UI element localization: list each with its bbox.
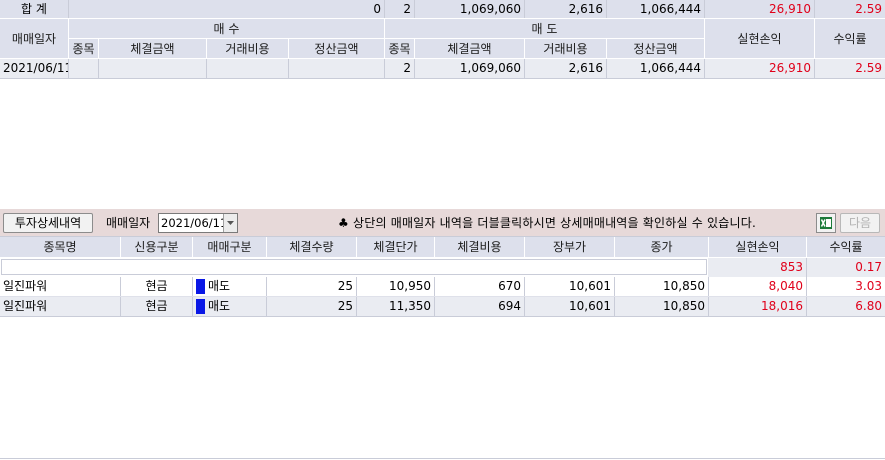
excel-export-icon[interactable] [816, 213, 836, 233]
detail-return-rate: 3.03 [806, 277, 885, 296]
detail-name: 일진파워 [3, 299, 48, 313]
detail-header-close: 종가 [614, 237, 708, 257]
next-button[interactable]: 다음 [840, 213, 880, 233]
date-select[interactable]: 2021/06/11 [158, 213, 238, 233]
detail-trade-type: 매도 [208, 279, 231, 293]
detail-trade-type: 매도 [208, 299, 231, 313]
detail-book: 10,601 [524, 297, 614, 316]
row-buy-amount [98, 59, 206, 78]
detail-close: 10,850 [614, 297, 708, 316]
detail-header-book: 장부가 [524, 237, 614, 257]
row-return-rate: 2.59 [814, 59, 885, 78]
detail-cost: 670 [434, 277, 524, 296]
detail-book: 10,601 [524, 277, 614, 296]
detail-close: 10,850 [614, 277, 708, 296]
detail-header-return-rate: 수익률 [806, 237, 885, 257]
detail-summary-realized-pl: 853 [780, 260, 803, 274]
summary-sell-count: 2 [384, 0, 414, 18]
header-sell-group: 매 도 [384, 19, 704, 39]
header-buy-settle: 정산금액 [288, 39, 384, 59]
detail-summary-row: 853 0.17 [0, 258, 885, 277]
row-sell-settle: 1,066,444 [606, 59, 704, 78]
detail-trade-type-cell: 매도 [192, 297, 266, 316]
summary-sell-settle: 1,066,444 [606, 0, 704, 18]
detail-header-qty: 체결수량 [266, 237, 356, 257]
table-row[interactable]: 2021/06/11 2 1,069,060 2,616 1,066,444 2… [0, 59, 885, 79]
header-sell-fee: 거래비용 [524, 39, 606, 59]
double-click-hint: ♣ 상단의 매매일자 내역을 더블클릭하시면 상세매매내역을 확인하실 수 있습… [338, 216, 757, 230]
row-sell-count: 2 [384, 59, 414, 78]
detail-summary-return-rate: 0.17 [806, 258, 885, 277]
detail-price: 10,950 [356, 277, 434, 296]
date-label: 매매일자 [106, 216, 151, 230]
sell-marker-icon [196, 299, 205, 314]
detail-header-name: 종목명 [43, 240, 77, 254]
summary-buy-count: 0 [68, 0, 384, 18]
detail-return-rate: 6.80 [806, 297, 885, 316]
detail-table-header: 종목명 신용구분 매매구분 체결수량 체결단가 체결비용 장부가 종가 실현손익… [0, 236, 885, 257]
header-sell-settle: 정산금액 [606, 39, 704, 59]
detail-name: 일진파워 [3, 279, 48, 293]
row-buy-settle [288, 59, 384, 78]
header-realized-pl: 실현손익 [704, 19, 814, 59]
detail-header-cost: 체결비용 [434, 237, 524, 257]
detail-credit: 현금 [120, 297, 192, 316]
top-summary-row: 합 계 0 2 1,069,060 2,616 1,066,444 26,910… [0, 0, 885, 18]
detail-price: 11,350 [356, 297, 434, 316]
detail-header-trade-type: 매매구분 [192, 237, 266, 257]
detail-history-button[interactable]: 투자상세내역 [3, 213, 93, 233]
detail-qty: 25 [266, 277, 356, 296]
detail-toolbar: 투자상세내역 매매일자 2021/06/11 ♣ 상단의 매매일자 내역을 더블… [0, 209, 885, 236]
detail-header-price: 체결단가 [356, 237, 434, 257]
detail-summary-blank [1, 259, 707, 275]
table-row[interactable]: 일진파워 현금 매도 25 10,950 670 10,601 10,850 8… [0, 277, 885, 297]
header-sell-amount: 체결금액 [414, 39, 524, 59]
row-buy-fee [206, 59, 288, 78]
row-date: 2021/06/11 [3, 61, 68, 75]
header-buy-fee: 거래비용 [206, 39, 288, 59]
top-table-header: 매매일자 매 수 매 도 실현손익 수익률 종목 체결금액 거래비용 정산금액 … [0, 18, 885, 59]
summary-sell-amount: 1,069,060 [414, 0, 524, 18]
detail-credit: 현금 [120, 277, 192, 296]
detail-realized-pl: 8,040 [708, 277, 806, 296]
header-buy-group: 매 수 [68, 19, 384, 39]
detail-qty: 25 [266, 297, 356, 316]
header-date: 매매일자 [11, 32, 57, 46]
detail-cost: 694 [434, 297, 524, 316]
summary-label: 합 계 [21, 2, 47, 16]
date-select-value: 2021/06/11 [161, 216, 228, 230]
summary-realized-pl: 26,910 [704, 0, 814, 18]
detail-header-realized-pl: 실현손익 [708, 237, 806, 257]
summary-return-rate: 2.59 [814, 0, 885, 18]
sell-marker-icon [196, 279, 205, 294]
detail-realized-pl: 18,016 [708, 297, 806, 316]
chevron-down-icon[interactable] [223, 214, 237, 232]
table-row[interactable]: 일진파워 현금 매도 25 11,350 694 10,601 10,850 1… [0, 297, 885, 317]
header-buy-amount: 체결금액 [98, 39, 206, 59]
panel-bottom-border [0, 458, 885, 459]
row-buy-count [68, 59, 98, 78]
row-sell-amount: 1,069,060 [414, 59, 524, 78]
summary-sell-fee: 2,616 [524, 0, 606, 18]
header-buy-count: 종목 [68, 39, 98, 59]
row-sell-fee: 2,616 [524, 59, 606, 78]
header-sell-count: 종목 [384, 39, 414, 59]
header-return-rate: 수익률 [814, 19, 885, 59]
detail-trade-type-cell: 매도 [192, 277, 266, 296]
row-realized-pl: 26,910 [704, 59, 814, 78]
detail-header-credit: 신용구분 [120, 237, 192, 257]
